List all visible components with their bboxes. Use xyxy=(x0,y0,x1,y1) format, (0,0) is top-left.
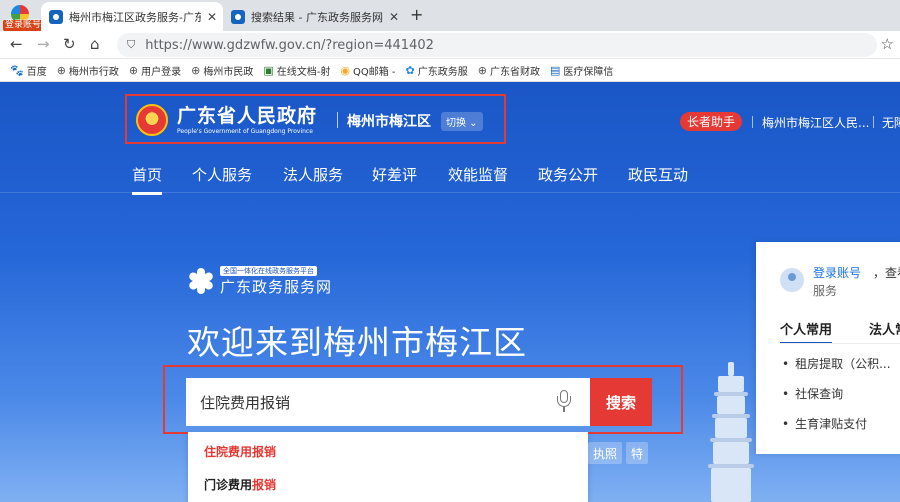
divider xyxy=(873,116,874,128)
url-text: https://www.gdzwfw.gov.cn/?region=441402 xyxy=(145,37,434,53)
mail-icon: ◉ xyxy=(340,63,350,77)
profile-label: 登录账号 xyxy=(3,20,44,31)
tab-legal-common[interactable]: 法人常 xyxy=(869,319,900,338)
bookmark-label: 医疗保障信 xyxy=(563,66,614,78)
tab-title: 搜索结果 - 广东政务服务网 xyxy=(251,10,383,24)
bookmark-label: 梅州市行政 xyxy=(68,66,119,78)
login-hint: ，查看 xyxy=(873,266,900,280)
nav-rating[interactable]: 好差评 xyxy=(372,164,417,185)
search-button[interactable]: 搜索 xyxy=(590,378,652,426)
close-icon[interactable]: ✕ xyxy=(389,10,399,24)
bookmark-label: 广东省财政 xyxy=(489,66,540,78)
browser-tab-active[interactable]: 梅州市梅江区政务服务-广东政 ✕ xyxy=(41,2,223,31)
pagoda-illustration xyxy=(706,362,756,502)
pinwheel-logo-icon xyxy=(187,268,215,294)
bookmark-item[interactable]: ⊕ 梅州市行政 xyxy=(57,63,119,78)
shield-icon: ⛉ xyxy=(127,38,136,51)
paw-icon: 🐾 xyxy=(10,63,24,77)
bookmarks-bar: 🐾 百度 ⊕ 梅州市行政 ⊕ 用户登录 ⊕ 梅州市民政 ▣ 在线文档-射 ◉ QQ邮箱 - … xyxy=(0,59,900,82)
top-link-accessibility[interactable]: 无障 xyxy=(882,114,900,131)
medical-icon: ▤ xyxy=(549,63,561,77)
divider xyxy=(337,112,338,128)
bookmark-label: 梅州市民政 xyxy=(203,66,254,78)
bookmark-item[interactable]: 🐾 百度 xyxy=(10,63,47,78)
bookmark-item[interactable]: ⊕ 广东省财政 xyxy=(478,63,540,78)
divider xyxy=(752,116,753,128)
nav-supervision[interactable]: 效能监督 xyxy=(448,164,508,185)
gd-favicon-icon xyxy=(49,9,63,24)
welcome-heading: 欢迎来到梅州市梅江区 xyxy=(187,323,527,362)
globe-icon: ⊕ xyxy=(477,63,487,77)
browser-tab-inactive[interactable]: 搜索结果 - 广东政务服务网 ✕ xyxy=(223,2,405,31)
forward-arrow-icon[interactable]: → xyxy=(37,35,50,53)
city-name: 梅州市梅江区 xyxy=(347,114,431,130)
suggestion-item[interactable]: 住院费用报销 xyxy=(204,443,276,460)
microphone-icon[interactable] xyxy=(557,390,571,412)
login-link[interactable]: 登录账号 xyxy=(813,264,861,281)
elder-assistant-button[interactable]: 长者助手 xyxy=(680,112,743,131)
search-input[interactable] xyxy=(186,378,590,426)
gov-subtitle: People's Government of Guangdong Provinc… xyxy=(177,128,313,135)
reload-icon[interactable]: ↻ xyxy=(63,35,76,53)
tab-title: 梅州市梅江区政务服务-广东政 xyxy=(69,10,201,24)
browser-tab-bar: 登录账号 梅州市梅江区政务服务-广东政 ✕ 搜索结果 - 广东政务服务网 ✕ + xyxy=(0,0,900,31)
bookmark-item[interactable]: ⊕ 用户登录 xyxy=(129,63,181,78)
gd-favicon-icon xyxy=(231,9,245,24)
bookmark-item[interactable]: ⊕ 梅州市民政 xyxy=(191,63,253,78)
bookmark-label: 百度 xyxy=(26,66,47,78)
bookmark-item[interactable]: ◉ QQ邮箱 - xyxy=(340,63,395,78)
nav-legal-entity[interactable]: 法人服务 xyxy=(283,164,343,185)
globe-icon: ⊕ xyxy=(56,63,66,77)
nav-interaction[interactable]: 政民互动 xyxy=(628,164,688,185)
bookmark-item[interactable]: ▣ 在线文档-射 xyxy=(263,63,330,78)
back-arrow-icon[interactable]: ← xyxy=(10,35,23,53)
globe-icon: ⊕ xyxy=(191,63,201,77)
gov-header-block: 广东省人民政府 People's Government of Guangdong… xyxy=(125,94,506,144)
nav-gov-affairs[interactable]: 政务公开 xyxy=(538,164,598,185)
bookmark-star-icon[interactable]: ☆ xyxy=(881,35,894,53)
close-icon[interactable]: ✕ xyxy=(207,10,217,24)
profile-button[interactable]: 登录账号 xyxy=(3,2,44,31)
suggestion-item[interactable]: 门诊费用报销 xyxy=(204,476,276,493)
pinwheel-icon: ✿ xyxy=(405,63,415,77)
nav-personal[interactable]: 个人服务 xyxy=(192,164,252,185)
panel-item[interactable]: 生育津贴支付 xyxy=(782,415,900,432)
gov-title[interactable]: 广东省人民政府 xyxy=(177,101,317,128)
search-suggestions: 住院费用报销 门诊费用报销 xyxy=(188,432,588,502)
top-link-district[interactable]: 梅州市梅江区人民... xyxy=(762,114,869,131)
home-icon[interactable]: ⌂ xyxy=(90,35,100,53)
quick-tag[interactable]: 特 xyxy=(626,442,649,464)
platform-tag: 全国一体化在线政务服务平台 xyxy=(220,265,317,276)
bookmark-item[interactable]: ✿ 广东政务服 xyxy=(406,63,468,78)
user-panel: 登录账号 ，查看 服务 个人常用 法人常 租房提取（公积... 社保查询 生育津… xyxy=(756,242,900,454)
divider xyxy=(780,343,900,344)
login-hint-tail: 服务 xyxy=(813,284,838,298)
divider xyxy=(0,192,900,193)
bookmark-label: QQ邮箱 - xyxy=(352,66,396,78)
new-tab-button[interactable]: + xyxy=(410,5,423,24)
doc-icon: ▣ xyxy=(263,63,274,77)
bookmark-item[interactable]: ▤ 医疗保障信 xyxy=(550,63,613,78)
main-nav: 首页 个人服务 法人服务 好差评 效能监督 政务公开 政民互动 xyxy=(0,162,900,195)
url-field[interactable]: ⛉ https://www.gdzwfw.gov.cn/?region=4414… xyxy=(117,33,877,57)
panel-item[interactable]: 社保查询 xyxy=(782,385,900,402)
tab-personal-common[interactable]: 个人常用 xyxy=(780,319,833,344)
bookmark-label: 广东政务服 xyxy=(417,66,468,78)
address-bar-row: ← → ↻ ⌂ ⛉ https://www.gdzwfw.gov.cn/?reg… xyxy=(0,31,900,59)
bookmark-label: 在线文档-射 xyxy=(276,66,331,78)
panel-item[interactable]: 租房提取（公积... xyxy=(782,355,900,372)
platform-logo: 全国一体化在线政务服务平台 广东政务服务网 xyxy=(187,265,333,296)
globe-icon: ⊕ xyxy=(128,63,139,77)
platform-name: 广东政务服务网 xyxy=(220,277,333,296)
user-avatar-icon xyxy=(780,268,804,292)
quick-tag[interactable]: 执照 xyxy=(588,442,623,464)
nav-home[interactable]: 首页 xyxy=(132,164,163,195)
bookmark-label: 用户登录 xyxy=(141,66,182,78)
national-emblem-icon xyxy=(136,104,168,136)
website: 广东省人民政府 People's Government of Guangdong… xyxy=(0,82,900,502)
switch-region-button[interactable]: 切换 ⌄ xyxy=(441,112,483,131)
